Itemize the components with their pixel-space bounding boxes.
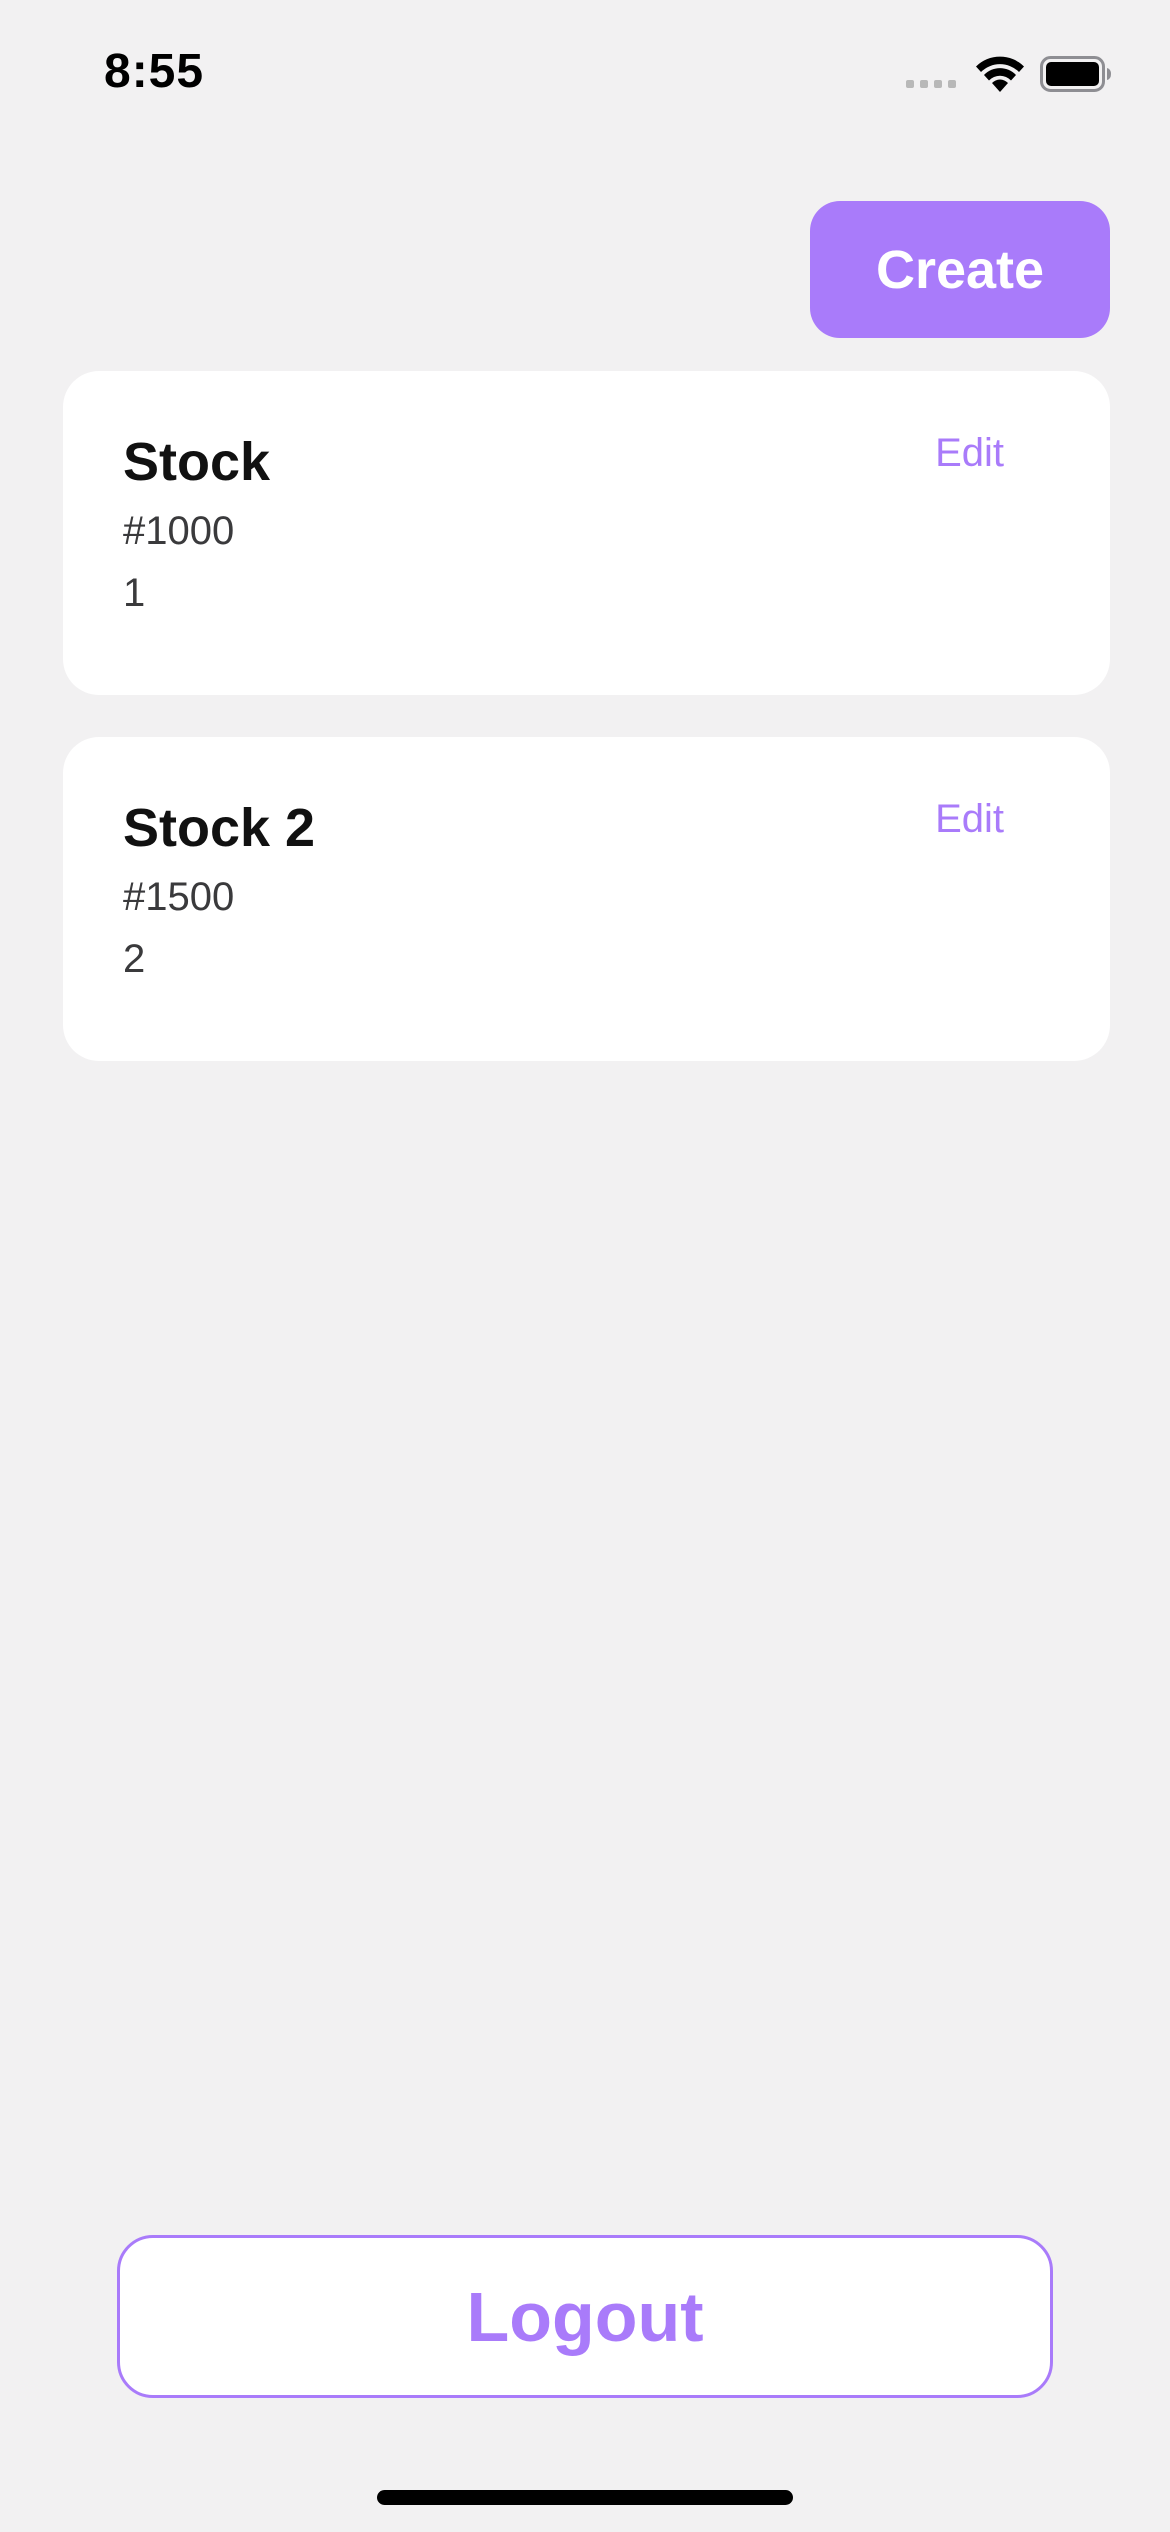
logout-button[interactable]: Logout xyxy=(117,2235,1053,2398)
edit-button[interactable]: Edit xyxy=(935,797,1004,842)
status-time: 8:55 xyxy=(104,45,205,98)
create-button[interactable]: Create xyxy=(810,201,1110,338)
stock-code: #1500 xyxy=(123,875,235,919)
stock-card: Stock 2 #1500 2 Edit xyxy=(63,737,1110,1061)
stock-title: Stock 2 xyxy=(123,798,316,858)
app-screen: 8:55 Create Stock #1000 1 Edit Stock 2 #… xyxy=(0,0,1170,2532)
cellular-signal-icon xyxy=(906,80,956,88)
stock-quantity: 1 xyxy=(123,571,146,615)
home-indicator[interactable] xyxy=(377,2490,793,2505)
battery-icon xyxy=(1040,56,1111,92)
stock-card: Stock #1000 1 Edit xyxy=(63,371,1110,695)
wifi-icon xyxy=(976,56,1024,92)
edit-button[interactable]: Edit xyxy=(935,431,1004,476)
stock-quantity: 2 xyxy=(123,937,146,981)
stock-code: #1000 xyxy=(123,509,235,553)
stock-title: Stock xyxy=(123,432,271,492)
